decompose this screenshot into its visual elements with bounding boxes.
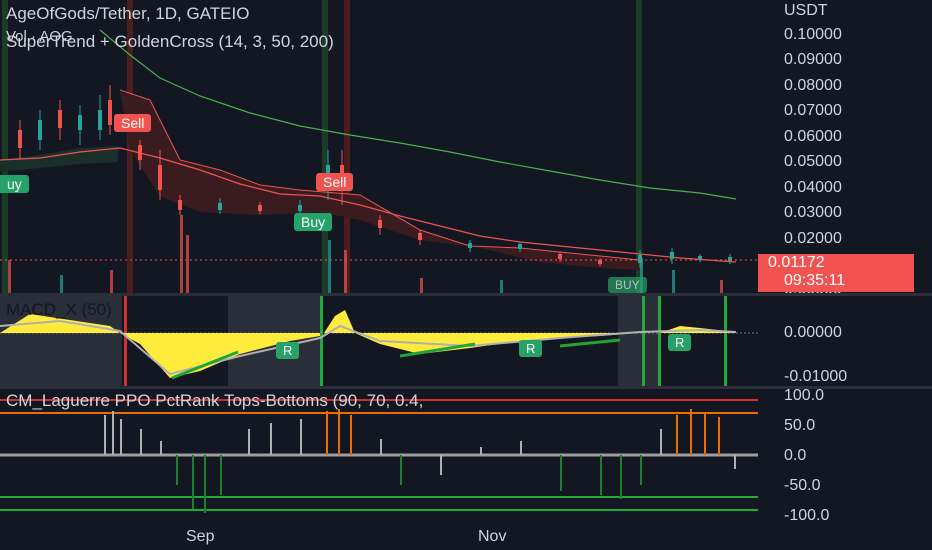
ppo-tick: -100.0 [784,507,830,524]
macd-chart-svg [0,296,758,386]
macd-buy-marker-3 [658,296,661,386]
ppo-tick: -50.0 [784,477,821,494]
price-tick: 0.04000 [784,179,842,196]
ppo-axis[interactable]: 100.0 50.0 0.0 -50.0 -100.0 [760,387,932,524]
buy-zone-2 [636,0,642,293]
buy-signal-1: Buy [294,213,333,231]
sell-signal-2: Sell [316,173,354,191]
macd-title: MACD_X (50) [6,300,112,319]
last-price-value: 0.01172 [768,254,825,271]
supertrend-legend: SuperTrend + GoldenCross (14, 3, 50, 200… [6,32,334,51]
price-tick: 0.07000 [784,102,842,119]
last-price-tag: 0.01172 09:35:11 [758,254,914,292]
price-axis[interactable]: USDT 0.10000 0.09000 0.08000 0.07000 0.0… [760,0,932,298]
buy-signal-left: uy [0,175,29,193]
ppo-pane[interactable]: CM_Laguerre PPO PctRank Tops-Bottoms (90… [0,389,758,523]
macd-badge-2: R [519,340,543,357]
macd-buy-marker-4 [724,296,727,386]
ppo-tick: 100.0 [784,387,825,404]
ppo-tick: 50.0 [784,417,816,434]
macd-axis[interactable]: 0.00000 -0.01000 [760,296,932,386]
sell-signal-1: Sell [114,114,152,132]
price-pane[interactable]: AgeOfGods/Tether, 1D, GATEIO Vol · AOG S… [0,0,758,293]
sell-zone-2 [344,0,350,293]
price-tick: 0.06000 [784,128,842,145]
ppo-tick: 0.0 [784,447,807,464]
price-tick: 0.10000 [784,26,842,43]
macd-buy-marker-2 [642,296,645,386]
buy-signal-bottom: BUY [608,277,647,293]
macd-sell-marker [124,296,127,386]
macd-badge-3: R [668,334,692,351]
time-label-nov: Nov [478,528,507,545]
macd-buy-marker-1 [320,296,323,386]
price-tick: 0.02000 [784,230,842,247]
price-tick: 0.08000 [784,77,842,94]
macd-pane[interactable]: MACD_X (50) R R R [0,296,758,386]
macd-tick: 0.00000 [784,324,842,341]
currency-label: USDT [784,2,828,19]
countdown-timer: 09:35:11 [784,272,846,289]
time-label-sep: Sep [186,528,215,545]
price-tick: 0.09000 [784,51,842,68]
price-tick: 0.03000 [784,204,842,221]
macd-badge-1: R [276,342,300,359]
symbol-title: AgeOfGods/Tether, 1D, GATEIO [6,4,250,23]
price-tick: 0.05000 [784,153,842,170]
macd-tick: -0.01000 [784,368,848,385]
ppo-title: CM_Laguerre PPO PctRank Tops-Bottoms (90… [6,391,424,410]
